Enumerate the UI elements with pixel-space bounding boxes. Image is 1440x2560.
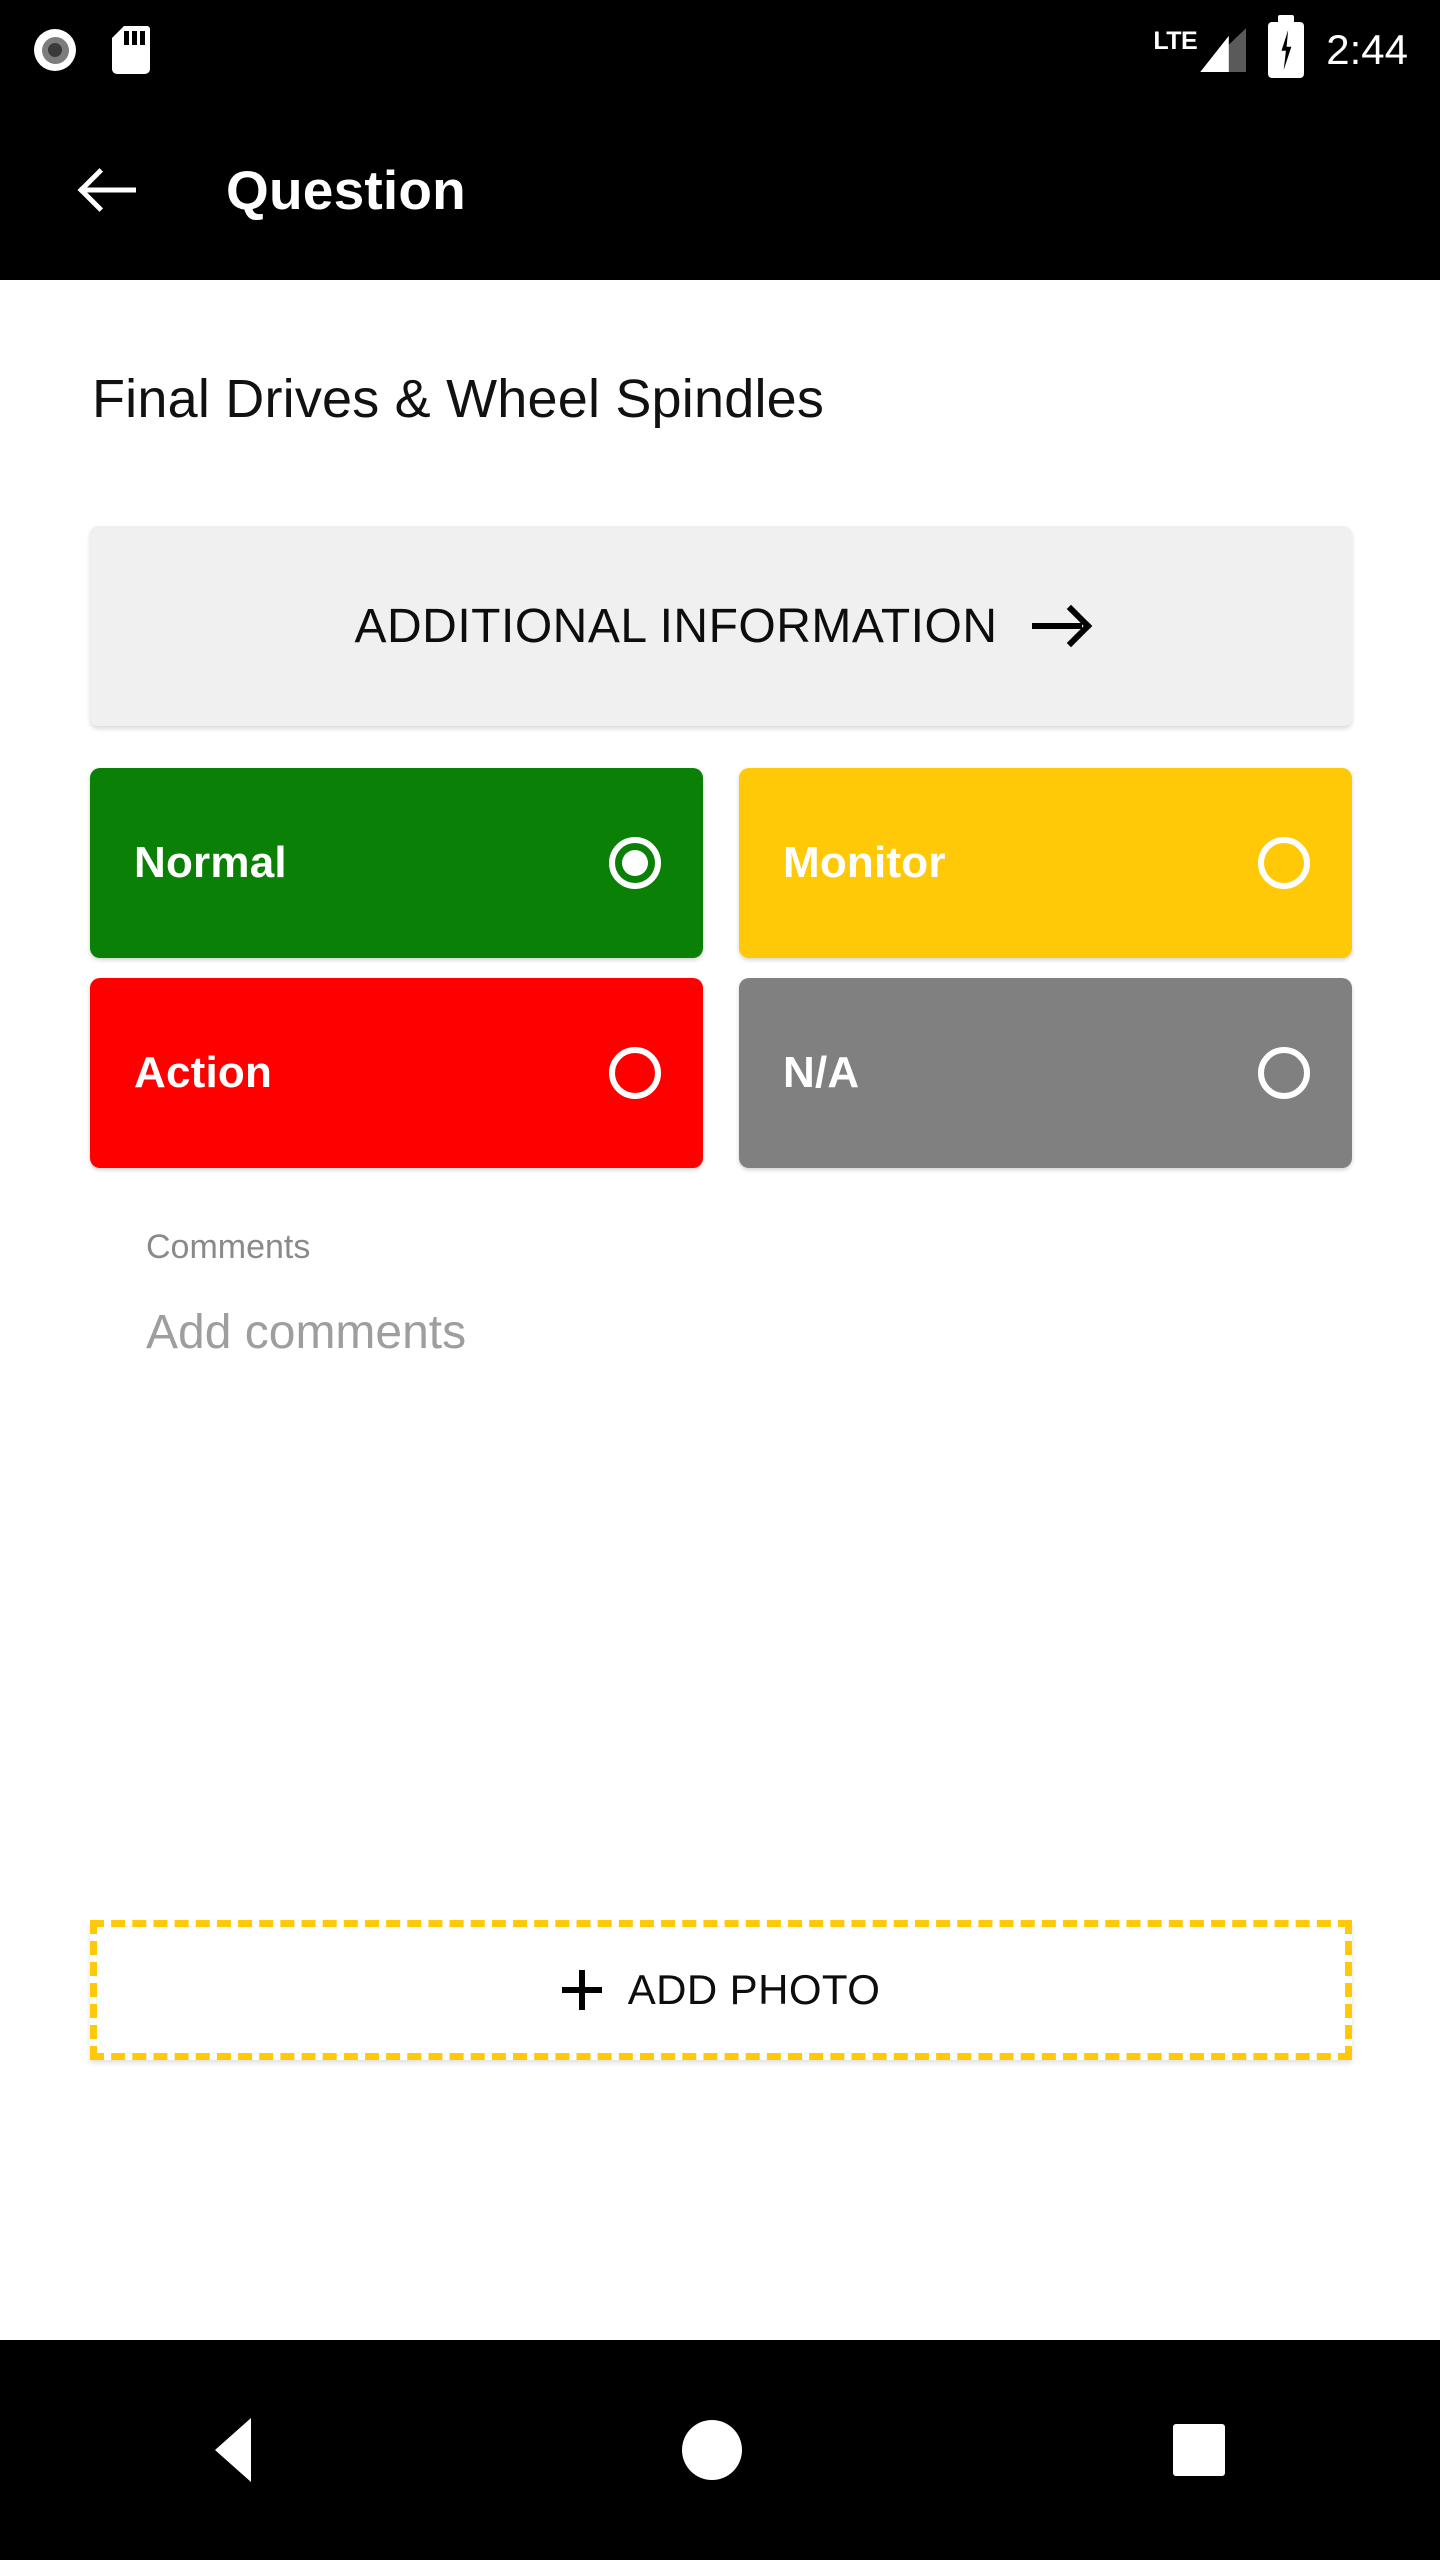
option-na-label: N/A [783,1048,860,1097]
add-photo-button[interactable]: ADD PHOTO [90,1920,1352,2060]
network-type-label: LTE [1153,27,1198,55]
option-na[interactable]: N/A [739,978,1352,1168]
option-monitor-label: Monitor [783,838,946,887]
circle-home-icon[interactable] [681,2420,742,2480]
comments-input[interactable]: Add comments [146,1305,466,1360]
comments-section: Comments Add comments [146,1228,466,1360]
arrow-right-icon [1032,603,1088,649]
signal-icon: LTE [1153,27,1247,72]
option-normal[interactable]: Normal [90,768,703,958]
question-heading: Final Drives & Wheel Spindles [92,369,825,429]
status-option-row: Normal Monitor [90,768,1352,958]
option-action-label: Action [134,1048,273,1097]
plus-icon [562,1970,602,2010]
comments-label: Comments [146,1228,311,1266]
battery-charging-icon [1268,22,1305,78]
content-area: Final Drives & Wheel Spindles ADDITIONAL… [0,280,1440,2560]
status-option-row: Action N/A [90,978,1352,1168]
option-monitor-radio[interactable] [1258,837,1310,889]
option-normal-label: Normal [134,838,287,887]
app-screen: LTE 2:44 Question Final Drives & Wheel S… [0,0,1440,2560]
status-option-group: Normal Monitor Action N/A [90,768,1352,1188]
option-monitor[interactable]: Monitor [739,768,1352,958]
status-bar-clock: 2:44 [1326,26,1408,73]
add-photo-label: ADD PHOTO [627,1966,881,2013]
page-title: Question [226,159,466,221]
screen-record-icon [34,29,76,71]
option-action-radio[interactable] [609,1047,661,1099]
app-bar: Question [0,100,1440,280]
option-na-radio[interactable] [1258,1047,1310,1099]
sd-card-icon [112,26,150,74]
additional-information-label: ADDITIONAL INFORMATION [354,599,998,653]
additional-information-button[interactable]: ADDITIONAL INFORMATION [90,526,1352,726]
android-navigation-bar [0,2340,1440,2560]
square-recents-icon[interactable] [1172,2424,1225,2476]
status-bar-left [34,26,150,74]
status-bar: LTE 2:44 [0,0,1440,100]
triangle-back-icon[interactable] [215,2418,252,2482]
option-normal-radio[interactable] [609,837,661,889]
back-arrow-icon[interactable] [80,159,142,221]
status-bar-right: LTE 2:44 [1153,22,1408,78]
option-action[interactable]: Action [90,978,703,1168]
